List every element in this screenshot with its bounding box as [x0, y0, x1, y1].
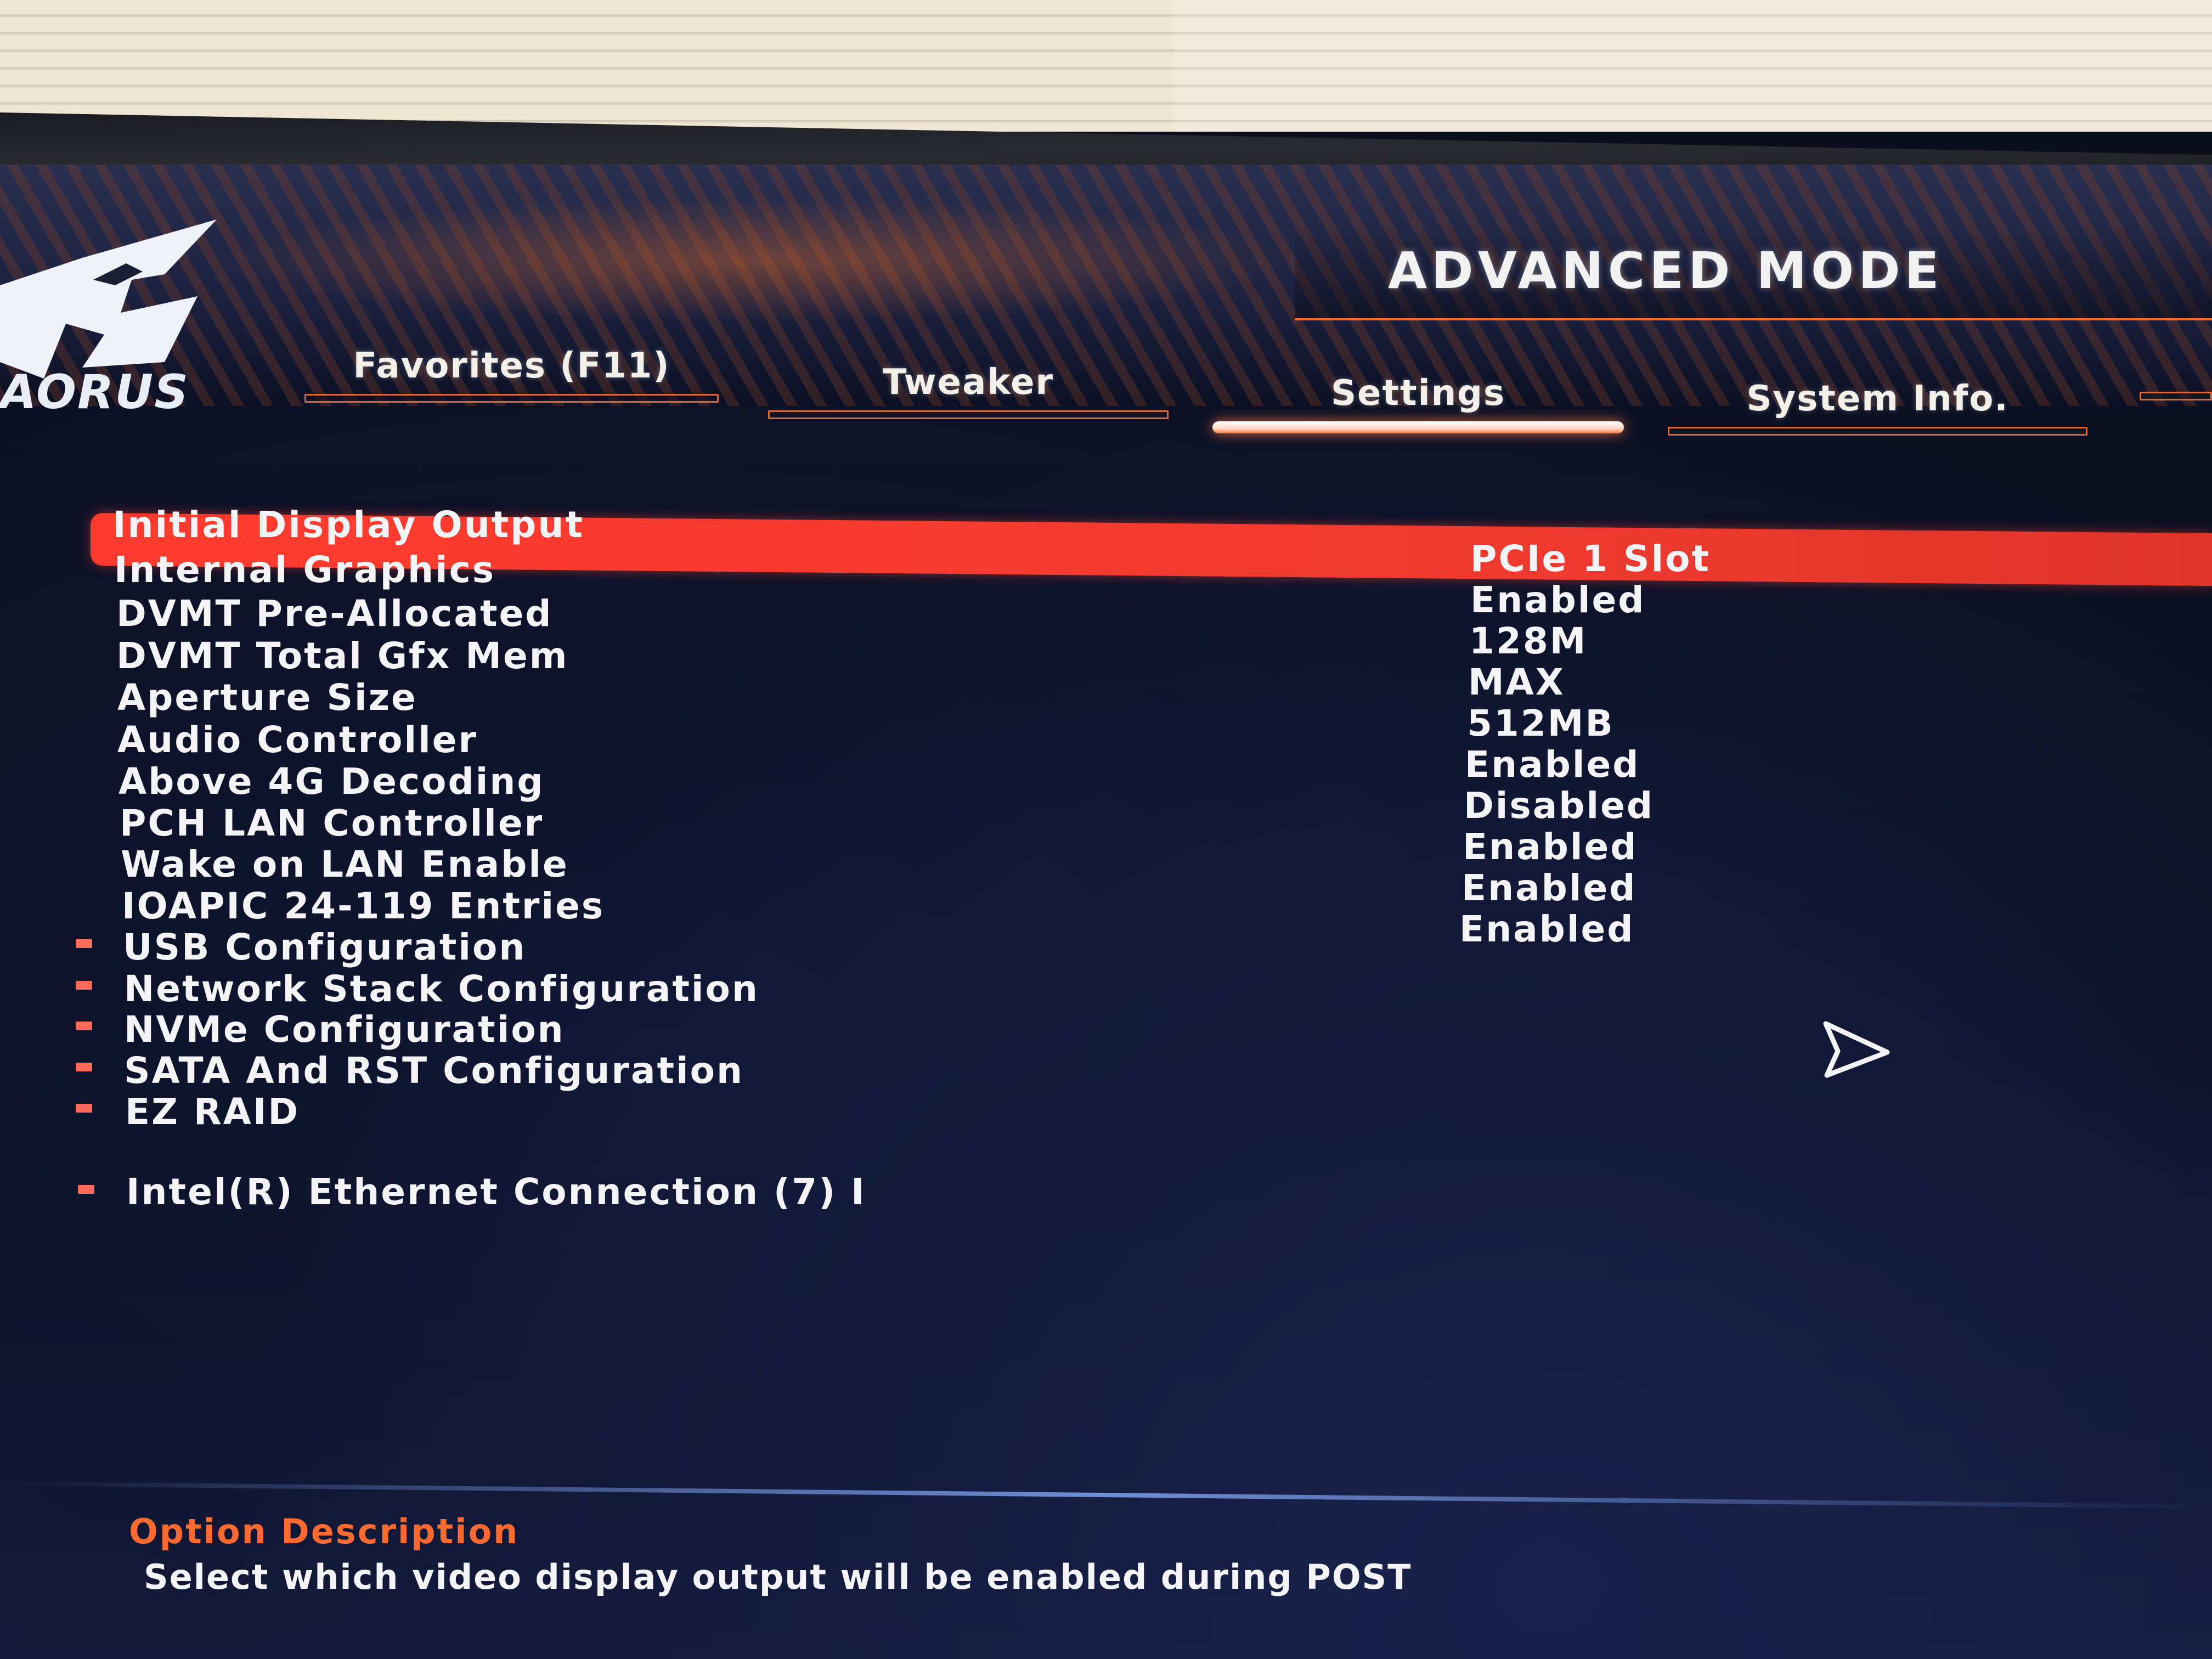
mouse-cursor-icon — [1823, 1021, 1890, 1078]
submenu-usb-configuration[interactable]: USB Configuration — [123, 926, 526, 968]
tab-underline — [1668, 427, 2087, 436]
setting-value[interactable]: 512MB — [1467, 702, 1615, 744]
setting-above-4g-decoding[interactable]: Above 4G Decoding — [119, 760, 545, 803]
tab-underline — [768, 410, 1169, 419]
tab-underline — [304, 394, 719, 403]
setting-audio-controller[interactable]: Audio Controller — [117, 719, 478, 761]
tab-settings[interactable]: Settings — [1212, 373, 1624, 433]
option-description-text: Select which video display output will b… — [144, 1557, 1412, 1597]
tab-underline — [2140, 392, 2212, 400]
submenu-intel-ethernet[interactable]: Intel(R) Ethernet Connection (7) I — [126, 1171, 866, 1213]
setting-value[interactable]: Enabled — [1470, 579, 1645, 621]
tab-label: Favorites (F11) — [353, 346, 670, 386]
setting-ioapic-entries[interactable]: IOAPIC 24-119 Entries — [122, 885, 605, 927]
tab-label: Tweaker — [882, 362, 1054, 403]
setting-value[interactable]: 128M — [1469, 620, 1587, 662]
tab-label: System Info. — [1746, 379, 2009, 419]
submenu-bullet-icon — [78, 1185, 94, 1194]
tab-label: Settings — [1330, 373, 1506, 414]
header-glow — [208, 198, 1306, 324]
submenu-sata-rst-configuration[interactable]: SATA And RST Configuration — [124, 1049, 744, 1092]
submenu-ez-raid[interactable]: EZ RAID — [125, 1091, 300, 1133]
setting-wake-on-lan[interactable]: Wake on LAN Enable — [121, 843, 569, 885]
setting-value[interactable]: Enabled — [1459, 908, 1634, 950]
aorus-logo-text: AORUS — [0, 365, 190, 420]
setting-internal-graphics[interactable]: Internal Graphics — [114, 549, 495, 591]
mode-title: ADVANCED MODE — [1388, 241, 1944, 300]
setting-pch-lan-controller[interactable]: PCH LAN Controller — [120, 802, 544, 844]
submenu-bullet-icon — [76, 1104, 92, 1113]
submenu-bullet-icon — [76, 981, 92, 990]
tab-underline-active — [1212, 421, 1624, 433]
setting-value[interactable]: Enabled — [1462, 867, 1637, 909]
submenu-bullet-icon — [76, 1022, 92, 1030]
tab-favorites[interactable]: Favorites (F11) — [304, 346, 719, 406]
submenu-bullet-icon — [76, 939, 92, 948]
setting-value[interactable]: MAX — [1468, 661, 1565, 703]
setting-value[interactable]: Enabled — [1463, 826, 1638, 868]
setting-value[interactable]: Enabled — [1465, 743, 1640, 786]
setting-dvmt-total-gfx-mem[interactable]: DVMT Total Gfx Mem — [116, 635, 568, 677]
setting-initial-display-output[interactable]: Initial Display Output — [112, 504, 584, 546]
tab-system-info[interactable]: System Info. — [1668, 379, 2087, 439]
setting-value[interactable]: PCIe 1 Slot — [1470, 538, 1711, 580]
setting-aperture-size[interactable]: Aperture Size — [117, 676, 417, 719]
submenu-nvme-configuration[interactable]: NVMe Configuration — [124, 1008, 565, 1051]
tab-tweaker[interactable]: Tweaker — [768, 362, 1169, 422]
tab-overflow — [2140, 384, 2212, 444]
submenu-network-stack[interactable]: Network Stack Configuration — [124, 968, 759, 1010]
window-blinds-background — [0, 0, 2212, 132]
setting-dvmt-pre-allocated[interactable]: DVMT Pre-Allocated — [116, 592, 553, 635]
setting-value[interactable]: Disabled — [1464, 785, 1654, 827]
option-description-title: Option Description — [129, 1511, 520, 1551]
submenu-bullet-icon — [76, 1063, 92, 1071]
